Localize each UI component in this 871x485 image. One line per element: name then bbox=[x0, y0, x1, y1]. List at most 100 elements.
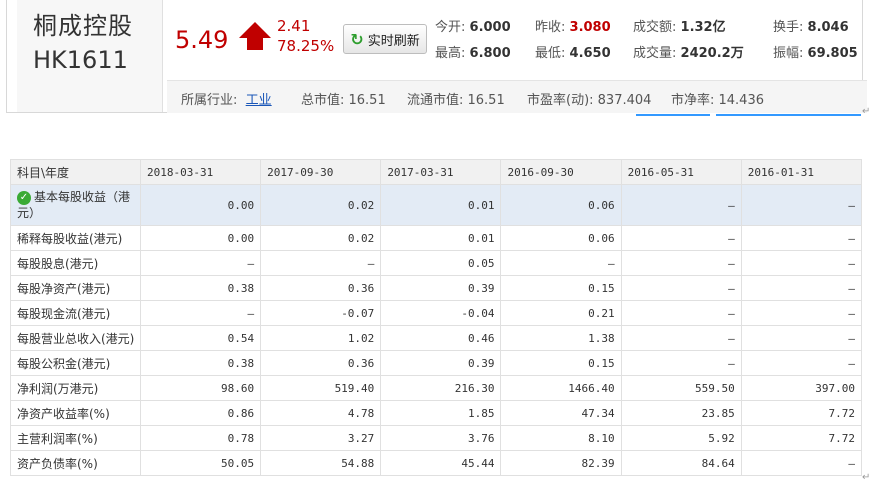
table-cell: -0.04 bbox=[380, 300, 502, 326]
table-row: ✓ 基本每股收益（港元） 0.00 0.02 0.01 0.06— — bbox=[10, 184, 863, 226]
row-label-text: 每股股息(港元) bbox=[17, 256, 99, 271]
table-cell: 0.36 bbox=[260, 350, 382, 376]
row-label: 稀释每股收益(港元) bbox=[10, 225, 141, 251]
table-cell: — bbox=[620, 350, 742, 376]
header-cell: 2017-03-31 bbox=[380, 159, 502, 185]
table-cell: — bbox=[740, 275, 863, 301]
table-cell: 0.05 bbox=[380, 250, 502, 276]
stock-code: HK1611 bbox=[33, 46, 128, 74]
quote-amplitude: 振幅: 69.805 bbox=[773, 46, 858, 61]
row-label-text: 基本每股收益（港元） bbox=[17, 190, 131, 220]
industry-info: 所属行业: 工业 bbox=[181, 93, 272, 108]
quote-turnover-amount: 成交额: 1.32亿 bbox=[633, 20, 726, 35]
table-cell: 0.46 bbox=[380, 325, 502, 351]
up-arrow-icon-stem bbox=[247, 37, 263, 50]
row-label: 每股公积金(港元) bbox=[10, 350, 141, 376]
table-cell: 7.72 bbox=[740, 425, 863, 451]
row-label: 净利润(万港元) bbox=[10, 375, 141, 401]
table-cell: — bbox=[620, 225, 742, 251]
table-cell: — bbox=[740, 325, 863, 351]
table-cell: 0.54 bbox=[139, 325, 262, 351]
header-cell: 2017-09-30 bbox=[260, 159, 382, 185]
table-cell: — bbox=[740, 300, 863, 326]
table-cell: 0.38 bbox=[139, 275, 262, 301]
table-cell: 3.27 bbox=[260, 425, 382, 451]
table-cell: 8.10 bbox=[500, 425, 622, 451]
quote-turnover-rate: 换手: 8.046 bbox=[773, 20, 849, 35]
table-cell: 0.21 bbox=[500, 300, 622, 326]
table-cell: — bbox=[740, 225, 863, 251]
row-label-text: 每股现金流(港元) bbox=[17, 306, 111, 321]
check-icon: ✓ bbox=[17, 190, 31, 205]
table-row: 资产负债率(%) 50.05 54.88 45.44 82.39 84.64— bbox=[10, 450, 863, 476]
row-label-text: 稀释每股收益(港元) bbox=[17, 231, 123, 246]
up-arrow-icon bbox=[239, 22, 271, 38]
table-cell: — bbox=[500, 250, 622, 276]
fundamentals-bar: 所属行业: 工业 总市值: 16.51 流通市值: 16.51 市盈率(动): … bbox=[167, 80, 867, 113]
table-cell: — bbox=[139, 250, 262, 276]
table-cell: 1466.40 bbox=[500, 375, 622, 401]
refresh-label: 实时刷新 bbox=[367, 33, 420, 49]
table-cell: 1.38 bbox=[500, 325, 622, 351]
table-cell: 3.76 bbox=[380, 425, 502, 451]
table-cell: 0.15 bbox=[500, 350, 622, 376]
table-cell: 54.88 bbox=[260, 450, 382, 476]
industry-link[interactable]: 工业 bbox=[246, 93, 272, 108]
table-cell: 0.01 bbox=[380, 225, 502, 251]
float-market-cap: 流通市值: 16.51 bbox=[407, 93, 505, 108]
header-cell: 2018-03-31 bbox=[139, 159, 262, 185]
table-cell: 0.02 bbox=[260, 225, 382, 251]
row-label: 资产负债率(%) bbox=[10, 450, 141, 476]
table-row: 每股现金流(港元) — -0.07 -0.04 0.21— — bbox=[10, 300, 863, 326]
table-cell: 82.39 bbox=[500, 450, 622, 476]
row-label: 每股营业总收入(港元) bbox=[10, 325, 141, 351]
table-cell: — bbox=[620, 275, 742, 301]
table-cell: 519.40 bbox=[260, 375, 382, 401]
row-label: 每股净资产(港元) bbox=[10, 275, 141, 301]
row-label-text: 每股净资产(港元) bbox=[17, 281, 111, 296]
table-cell: 1.02 bbox=[260, 325, 382, 351]
quote-open: 今开: 6.000 bbox=[435, 20, 511, 35]
header-cell: 2016-01-31 bbox=[740, 159, 863, 185]
change-amount: 2.41 bbox=[277, 17, 311, 35]
table-cell: 4.78 bbox=[260, 400, 382, 426]
table-cell: 0.39 bbox=[380, 275, 502, 301]
table-cell: 0.02 bbox=[260, 184, 382, 226]
table-cell: 84.64 bbox=[620, 450, 742, 476]
table-cell: — bbox=[620, 300, 742, 326]
table-cell: — bbox=[260, 250, 382, 276]
table-row: 主营利润率(%) 0.78 3.27 3.76 8.10 5.92 7.72 bbox=[10, 425, 863, 451]
row-label-text: 每股营业总收入(港元) bbox=[17, 331, 135, 346]
row-label-text: 净利润(万港元) bbox=[17, 381, 99, 396]
table-cell: 0.38 bbox=[139, 350, 262, 376]
table-cell: 23.85 bbox=[620, 400, 742, 426]
table-cell: 0.78 bbox=[139, 425, 262, 451]
table-header-row: 科目\年度 2018-03-31 2017-09-30 2017-03-31 2… bbox=[10, 159, 863, 185]
table-cell: 7.72 bbox=[740, 400, 863, 426]
table-cell: — bbox=[620, 325, 742, 351]
realtime-refresh-button[interactable]: ↻ 实时刷新 bbox=[343, 24, 427, 54]
header-cell: 科目\年度 bbox=[10, 159, 141, 185]
financial-indicators-table: 科目\年度 2018-03-31 2017-09-30 2017-03-31 2… bbox=[10, 159, 863, 476]
stock-identity-box: 桐成控股 HK1611 bbox=[17, 0, 163, 112]
table-row: 每股营业总收入(港元) 0.54 1.02 0.46 1.38— — bbox=[10, 325, 863, 351]
active-indicator-bar bbox=[636, 114, 710, 116]
row-label-text: 每股公积金(港元) bbox=[17, 356, 111, 371]
table-cell: — bbox=[139, 300, 262, 326]
table-cell: 0.86 bbox=[139, 400, 262, 426]
table-cell: — bbox=[620, 250, 742, 276]
table-cell: -0.07 bbox=[260, 300, 382, 326]
table-cell: 0.15 bbox=[500, 275, 622, 301]
header-cell: 2016-05-31 bbox=[620, 159, 742, 185]
market-cap: 总市值: 16.51 bbox=[301, 93, 386, 108]
table-cell: 559.50 bbox=[620, 375, 742, 401]
header-cell: 2016-09-30 bbox=[500, 159, 622, 185]
table-cell: 0.00 bbox=[139, 184, 262, 226]
table-cell: 0.39 bbox=[380, 350, 502, 376]
table-cell: — bbox=[740, 250, 863, 276]
row-label: 每股股息(港元) bbox=[10, 250, 141, 276]
quote-prev-close: 昨收: 3.080 bbox=[535, 20, 611, 35]
return-mark: ↵ bbox=[862, 472, 871, 483]
row-label: ✓ 基本每股收益（港元） bbox=[10, 184, 141, 226]
table-row: 每股股息(港元) — —0.05— — — bbox=[10, 250, 863, 276]
